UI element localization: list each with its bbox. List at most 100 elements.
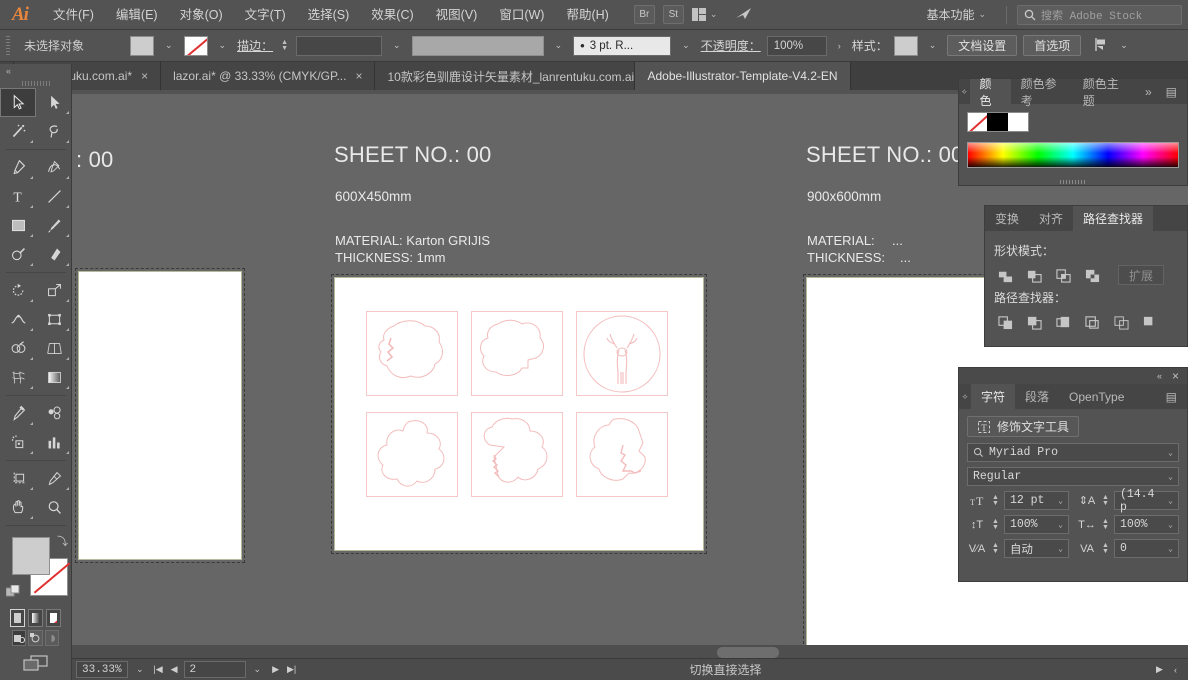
swatch-white[interactable] bbox=[1007, 113, 1029, 131]
pen-tool[interactable] bbox=[0, 153, 36, 182]
rectangle-tool[interactable] bbox=[0, 211, 36, 240]
fill-proxy-swatch[interactable] bbox=[12, 537, 50, 575]
menu-select[interactable]: 选择(S) bbox=[297, 0, 361, 30]
horizontal-scale-stepper[interactable]: ▲ ▼ bbox=[1102, 518, 1109, 531]
menu-window[interactable]: 窗口(W) bbox=[488, 0, 555, 30]
menu-edit[interactable]: 编辑(E) bbox=[105, 0, 169, 30]
fill-dropdown-icon[interactable]: ⌄ bbox=[160, 40, 178, 51]
perspective-grid-tool[interactable] bbox=[36, 334, 72, 363]
type-tool[interactable]: T bbox=[0, 182, 36, 211]
zoom-dropdown-icon[interactable]: ⌄ bbox=[131, 664, 149, 675]
screen-mode-button[interactable] bbox=[0, 649, 71, 672]
close-icon[interactable]: × bbox=[141, 69, 148, 83]
color-panel-menu-icon[interactable]: ▤ bbox=[1162, 79, 1187, 104]
zoom-tool[interactable] bbox=[36, 493, 72, 522]
document-setup-button[interactable]: 文档设置 bbox=[947, 35, 1018, 56]
character-panel-menu-icon[interactable]: ▤ bbox=[1156, 384, 1187, 409]
status-menu-button[interactable]: ▶ bbox=[1153, 664, 1166, 675]
gradient-fill-button[interactable] bbox=[28, 609, 43, 627]
hand-tool[interactable] bbox=[0, 493, 36, 522]
font-style-field[interactable]: Regular ⌄ bbox=[967, 467, 1179, 486]
horizontal-scrollbar[interactable] bbox=[72, 645, 1188, 658]
draw-behind-button[interactable] bbox=[28, 630, 43, 646]
die-cut-cell-4[interactable] bbox=[366, 412, 458, 497]
menu-type[interactable]: 文字(T) bbox=[234, 0, 297, 30]
align-dropdown-icon[interactable]: ⌄ bbox=[1115, 40, 1133, 51]
artboard-dropdown-icon[interactable]: ⌄ bbox=[249, 664, 267, 675]
stock-search-field[interactable]: 搜索 Adobe Stock bbox=[1017, 4, 1182, 25]
bridge-button[interactable]: Br bbox=[633, 5, 655, 24]
shaper-tool[interactable] bbox=[0, 240, 36, 269]
swap-fill-stroke-icon[interactable]: ⤵ bbox=[57, 533, 68, 549]
document-tab-4[interactable]: Adobe-Illustrator-Template-V4.2-EN bbox=[635, 62, 851, 90]
draw-inside-button[interactable] bbox=[44, 630, 59, 646]
leading-dropdown-icon[interactable]: ⌄ bbox=[1168, 496, 1173, 506]
stroke-dropdown-icon[interactable]: ⌄ bbox=[214, 40, 232, 51]
preferences-button[interactable]: 首选项 bbox=[1023, 35, 1082, 56]
zoom-level-field[interactable]: 33.33% bbox=[76, 661, 128, 678]
color-panel-resize-grip[interactable] bbox=[959, 178, 1187, 185]
scale-tool[interactable] bbox=[36, 276, 72, 305]
leading-stepper[interactable]: ▲ ▼ bbox=[1102, 494, 1109, 507]
arrange-documents-icon[interactable] bbox=[691, 8, 706, 21]
last-artboard-button[interactable]: ▶| bbox=[285, 664, 298, 675]
draw-normal-button[interactable] bbox=[12, 630, 27, 646]
stroke-weight-label[interactable]: 描边： bbox=[237, 37, 273, 54]
tracking-stepper[interactable]: ▲ ▼ bbox=[1102, 542, 1109, 555]
color-panel-overflow[interactable]: » bbox=[1135, 79, 1162, 104]
free-transform-tool[interactable] bbox=[36, 305, 72, 334]
artboard-tool[interactable] bbox=[0, 464, 36, 493]
opacity-label[interactable]: 不透明度： bbox=[701, 37, 761, 54]
graphic-style-swatch[interactable] bbox=[893, 35, 918, 56]
crop-button[interactable] bbox=[1081, 312, 1103, 332]
color-panel-grip[interactable]: ⟡ bbox=[959, 79, 970, 104]
style-dropdown-icon[interactable]: ⌄ bbox=[924, 40, 942, 51]
character-panel-grip[interactable]: ⟡ bbox=[959, 384, 971, 409]
none-fill-button[interactable] bbox=[46, 609, 61, 627]
tools-collapse-button[interactable]: « bbox=[0, 64, 71, 78]
tab-paragraph[interactable]: 段落 bbox=[1015, 384, 1059, 409]
font-style-dropdown-icon[interactable]: ⌄ bbox=[1168, 472, 1173, 482]
die-cut-cell-1[interactable] bbox=[366, 311, 458, 396]
tab-align[interactable]: 对齐 bbox=[1029, 206, 1073, 231]
status-resize-handle[interactable]: ‹ bbox=[1169, 665, 1182, 675]
brush-definition-field[interactable]: • 3 pt. R... bbox=[573, 35, 672, 56]
align-options-icon[interactable] bbox=[1093, 37, 1109, 55]
arrange-chevron-icon[interactable]: ⌄ bbox=[710, 9, 718, 20]
die-cut-cell-3[interactable] bbox=[576, 311, 668, 396]
gradient-tool[interactable] bbox=[36, 363, 72, 392]
document-tab-3[interactable]: 10款彩色驯鹿设计矢量素材_lanrentuku.com.ai × bbox=[375, 62, 636, 90]
eyedropper-tool[interactable] bbox=[0, 399, 36, 428]
tab-opentype[interactable]: OpenType bbox=[1059, 384, 1134, 409]
control-bar-grip[interactable] bbox=[6, 35, 10, 56]
column-graph-tool[interactable] bbox=[36, 428, 72, 457]
rotate-tool[interactable] bbox=[0, 276, 36, 305]
brush-dropdown-icon[interactable]: ⌄ bbox=[677, 40, 695, 51]
eraser-tool[interactable] bbox=[36, 240, 72, 269]
horizontal-scale-field[interactable]: 100% ⌄ bbox=[1113, 515, 1179, 534]
selection-tool[interactable] bbox=[0, 88, 36, 117]
tab-color-themes[interactable]: 颜色主题 bbox=[1073, 77, 1135, 108]
symbol-sprayer-tool[interactable] bbox=[0, 428, 36, 457]
leading-field[interactable]: (14.4 p ⌄ bbox=[1113, 488, 1179, 514]
vertical-scale-field[interactable]: 100% ⌄ bbox=[1003, 515, 1069, 534]
tab-color[interactable]: 颜色 bbox=[969, 77, 1011, 108]
tab-character[interactable]: 字符 bbox=[971, 384, 1016, 409]
opacity-dropdown-icon[interactable]: › bbox=[833, 41, 846, 51]
fill-color-swatch[interactable] bbox=[130, 35, 154, 56]
previous-artboard-button[interactable]: ◀ bbox=[168, 664, 181, 675]
line-segment-tool[interactable] bbox=[36, 182, 72, 211]
paintbrush-tool[interactable] bbox=[36, 211, 72, 240]
tools-panel-grip[interactable] bbox=[0, 78, 71, 88]
die-cut-cell-2[interactable] bbox=[471, 311, 563, 396]
stock-button[interactable]: St bbox=[662, 5, 684, 24]
direct-selection-tool[interactable] bbox=[36, 88, 72, 117]
tab-color-guide[interactable]: 颜色参考 bbox=[1011, 77, 1073, 108]
expand-button[interactable]: 扩展 bbox=[1118, 265, 1165, 285]
menu-effect[interactable]: 效果(C) bbox=[360, 0, 424, 30]
merge-button[interactable] bbox=[1052, 312, 1074, 332]
collapse-icon[interactable]: « bbox=[1157, 371, 1162, 381]
artboard-left[interactable] bbox=[78, 271, 242, 560]
vertical-scale-stepper[interactable]: ▲ ▼ bbox=[992, 518, 999, 531]
vertical-scale-dropdown-icon[interactable]: ⌄ bbox=[1058, 520, 1063, 530]
